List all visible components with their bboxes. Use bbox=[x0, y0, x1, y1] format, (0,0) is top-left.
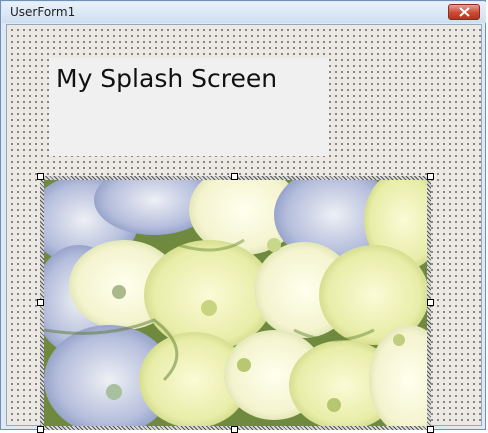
splash-label[interactable]: My Splash Screen bbox=[49, 58, 329, 156]
resize-handle-right[interactable] bbox=[427, 299, 434, 306]
title-bar[interactable]: UserForm1 bbox=[2, 2, 486, 23]
resize-handle-top-left[interactable] bbox=[37, 173, 44, 180]
close-button[interactable] bbox=[448, 4, 480, 20]
resize-handle-top-right[interactable] bbox=[427, 173, 434, 180]
window-title: UserForm1 bbox=[10, 5, 76, 19]
hydrangea-picture bbox=[44, 180, 427, 426]
form-design-grid[interactable]: My Splash Screen bbox=[6, 24, 482, 433]
image-control[interactable] bbox=[37, 173, 434, 433]
splash-label-text: My Splash Screen bbox=[56, 64, 278, 93]
userform-window: UserForm1 My Splash Screen bbox=[0, 0, 486, 433]
hydrangea-image bbox=[44, 180, 427, 426]
close-icon bbox=[459, 7, 470, 17]
resize-handle-left[interactable] bbox=[37, 299, 44, 306]
resize-handle-top[interactable] bbox=[231, 173, 238, 180]
